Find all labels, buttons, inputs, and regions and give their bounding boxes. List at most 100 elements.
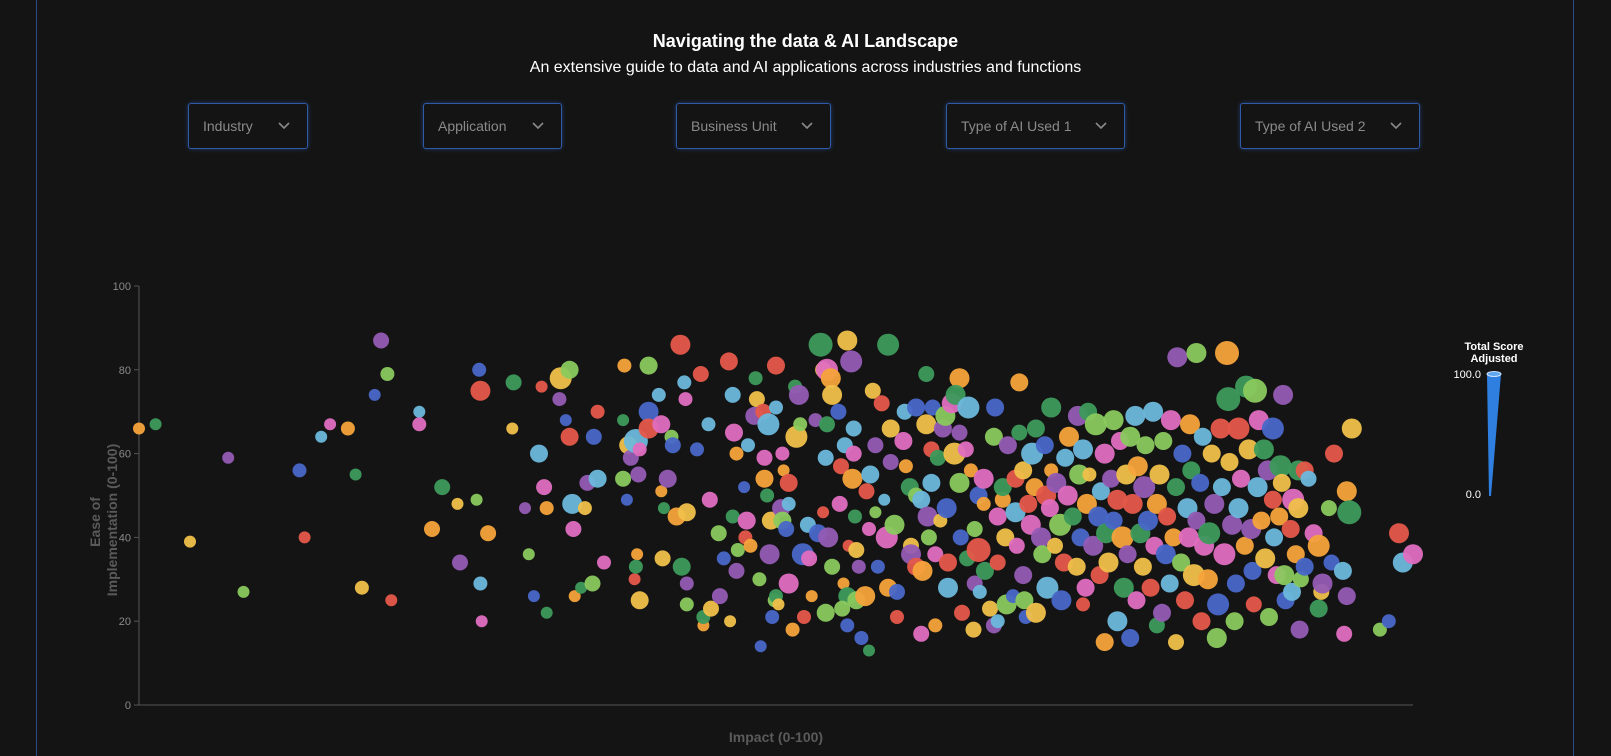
data-point [778, 521, 795, 537]
data-point [506, 422, 519, 435]
data-point [1118, 545, 1137, 564]
data-point [756, 449, 773, 466]
data-point [1143, 401, 1164, 422]
data-point [1288, 498, 1309, 519]
data-point [1193, 427, 1212, 446]
data-point [475, 615, 488, 628]
data-point [540, 606, 553, 619]
data-point [1225, 612, 1244, 631]
data-point [817, 449, 834, 466]
data-point [1261, 417, 1284, 440]
data-point [535, 380, 548, 393]
data-point [1389, 523, 1409, 544]
data-point [1263, 490, 1282, 509]
data-point [470, 380, 491, 401]
data-point [632, 442, 647, 457]
data-point [1158, 507, 1177, 526]
data-point [1255, 548, 1276, 569]
data-point [778, 573, 799, 594]
data-point [913, 625, 930, 642]
data-point [1274, 565, 1295, 586]
data-point [1098, 552, 1119, 573]
data-point [701, 491, 718, 508]
data-point [748, 371, 763, 386]
data-point [1168, 634, 1184, 651]
data-point [527, 590, 540, 603]
data-point [842, 468, 863, 489]
data-point [936, 498, 957, 519]
data-point [1067, 557, 1086, 576]
data-point [1307, 534, 1330, 557]
data-point [976, 496, 991, 511]
scatter-chart: 0 20 40 60 80 100 Impact (0-100) Ease of Impl… [87, 281, 1524, 745]
data-point [1141, 578, 1160, 597]
data-point [413, 405, 426, 418]
data-point [590, 404, 605, 419]
data-point [867, 437, 884, 454]
data-point [1336, 481, 1357, 502]
data-point [972, 584, 987, 599]
data-point [679, 597, 694, 612]
data-point [1260, 608, 1278, 626]
y-tick-label: 20 [119, 616, 131, 628]
data-point [966, 538, 991, 562]
data-point [1341, 418, 1362, 439]
data-point [472, 362, 487, 377]
data-point [840, 618, 855, 633]
size-legend-min-label: 0.0 [1466, 489, 1481, 501]
data-point [373, 332, 390, 349]
data-point [1035, 436, 1054, 455]
data-point [845, 445, 862, 462]
data-point [1111, 526, 1134, 549]
data-point [677, 375, 692, 390]
data-point [816, 603, 835, 622]
data-point [845, 420, 862, 437]
data-point [757, 413, 780, 436]
data-point [938, 577, 958, 598]
data-point [1056, 448, 1075, 467]
data-point [1215, 341, 1239, 365]
data-point [954, 604, 970, 621]
data-point [630, 591, 649, 610]
data-point [1073, 439, 1093, 460]
data-point [679, 576, 694, 591]
y-axis-label: Ease of Implementation (0-100) [87, 444, 120, 596]
data-point [692, 366, 709, 382]
data-point [1063, 507, 1082, 526]
data-point [781, 496, 796, 511]
data-point [840, 350, 863, 373]
data-point [324, 418, 337, 431]
data-point [907, 398, 926, 417]
data-point [149, 418, 162, 431]
data-point [368, 388, 381, 401]
y-tick-label: 100 [113, 281, 131, 293]
data-point [1176, 591, 1194, 610]
y-tick-label: 40 [119, 532, 131, 544]
data-point [949, 368, 970, 389]
data-point [1011, 424, 1028, 441]
data-point [1220, 453, 1239, 471]
data-point [743, 538, 758, 553]
data-point [522, 548, 535, 561]
data-point [716, 551, 731, 566]
data-point [664, 437, 681, 454]
data-point [819, 416, 835, 433]
data-point [728, 562, 745, 579]
data-point [912, 560, 933, 581]
data-point [957, 396, 980, 419]
data-point [657, 502, 670, 515]
data-point [1281, 520, 1300, 538]
data-point [779, 473, 798, 492]
data-point [949, 472, 970, 493]
data-point [760, 488, 775, 503]
data-point [452, 554, 468, 571]
data-point [1273, 384, 1294, 405]
y-tick-label: 0 [125, 700, 131, 712]
data-point [1265, 528, 1284, 547]
data-point [837, 330, 858, 351]
data-point [539, 501, 554, 516]
data-point [1040, 499, 1059, 518]
data-point [729, 446, 744, 461]
data-point [752, 572, 767, 587]
x-axis-label: Impact (0-100) [729, 729, 823, 745]
